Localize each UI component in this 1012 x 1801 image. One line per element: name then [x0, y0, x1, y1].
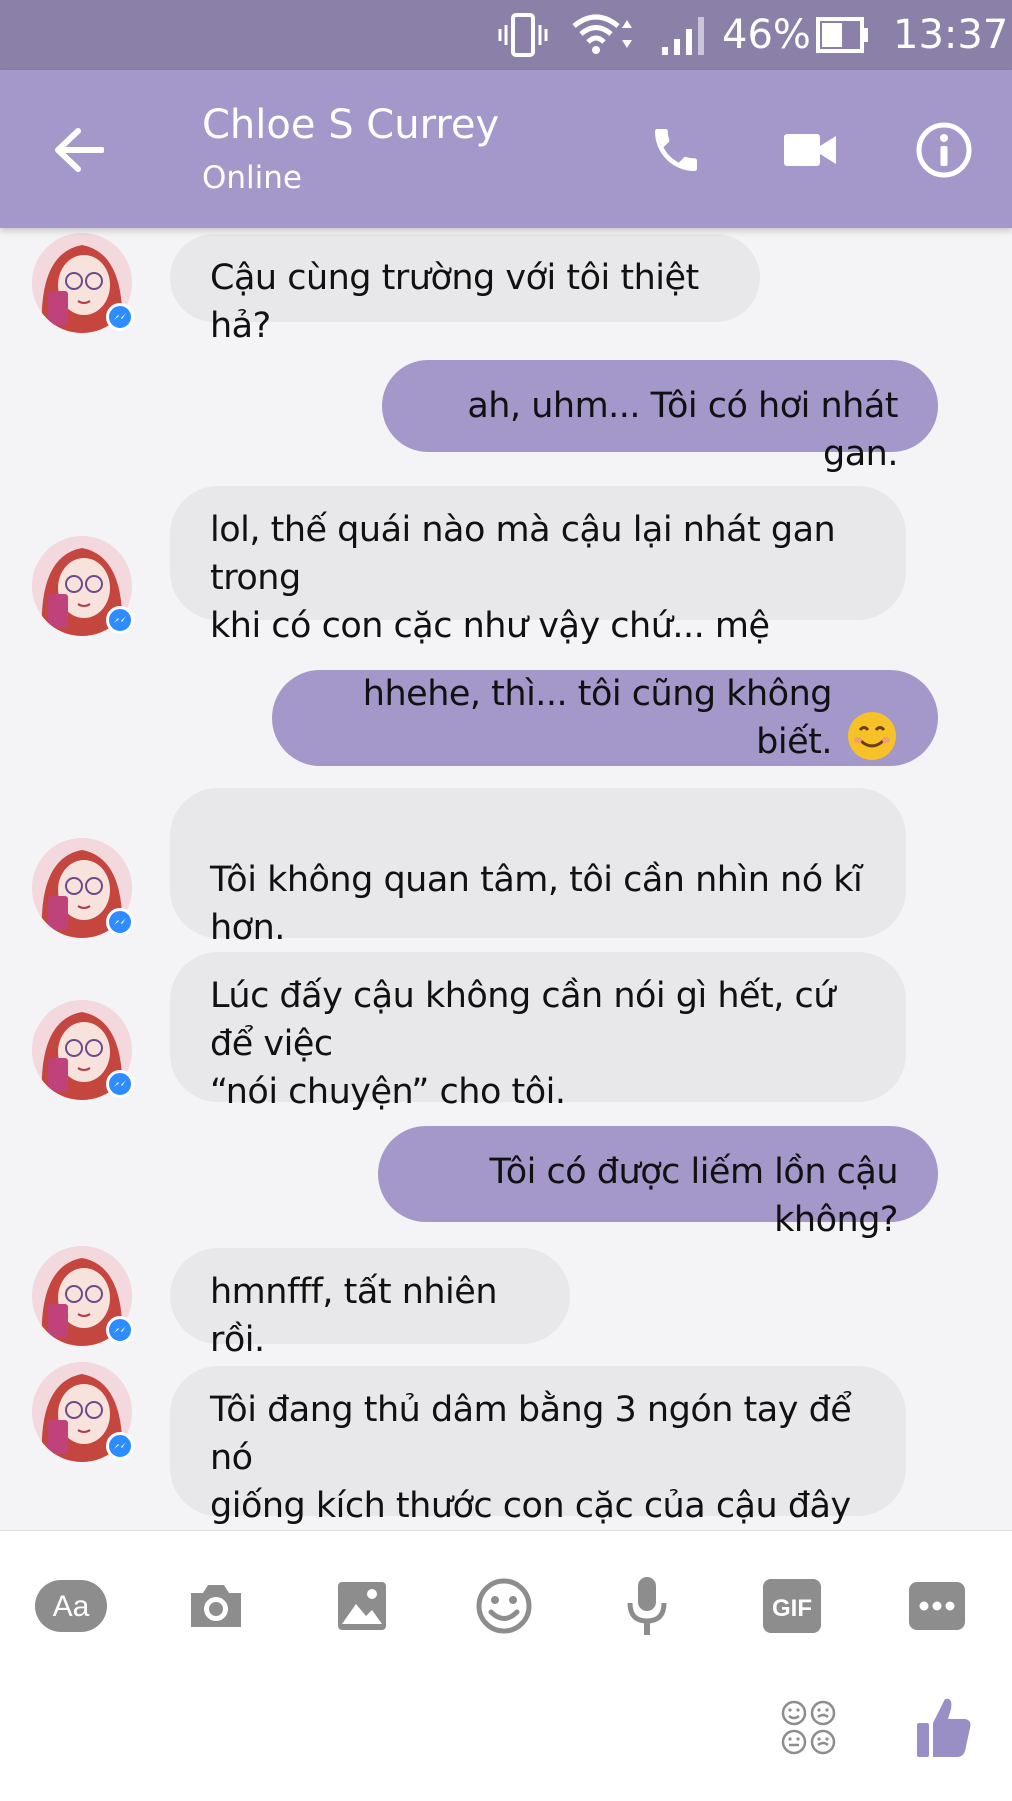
message-bubble-incoming[interactable]: hmnfff, tất nhiên rồi.	[170, 1248, 570, 1360]
message-text: hhehe, thì... tôi cũng không biết.	[362, 674, 833, 762]
svg-text:GIF: GIF	[772, 1595, 812, 1622]
messenger-badge-icon	[106, 1316, 134, 1344]
messenger-badge-icon	[106, 1432, 134, 1460]
battery-icon	[816, 0, 870, 70]
info-icon[interactable]	[914, 120, 974, 180]
battery-percentage: 46%	[722, 12, 811, 58]
message-list[interactable]: Cậu cùng trường với tôi thiệt hả? ah, uh…	[0, 228, 1012, 1530]
contact-avatar[interactable]	[32, 536, 134, 636]
messenger-badge-icon	[106, 1070, 134, 1098]
message-bubble-incoming[interactable]: Tôi không quan tâm, tôi cần nhìn nó kĩ h…	[170, 788, 906, 1092]
message-composer: Aa GIF	[0, 1530, 1012, 1801]
messenger-badge-icon	[106, 606, 134, 634]
status-bar: 46% 13:37	[0, 0, 1012, 70]
message-bubble-incoming[interactable]: Lúc đấy cậu không cần nói gì hết, cứ để …	[170, 952, 906, 1112]
message-bubble-outgoing[interactable]: hhehe, thì... tôi cũng không biết.	[272, 670, 938, 766]
svg-text:Aa: Aa	[53, 1590, 90, 1623]
smiling-face-icon	[846, 662, 898, 775]
more-icon[interactable]	[908, 1571, 966, 1641]
camera-icon[interactable]	[186, 1571, 246, 1641]
aa-icon[interactable]: Aa	[34, 1571, 108, 1641]
clock: 13:37	[893, 12, 1009, 58]
back-arrow-icon[interactable]	[50, 122, 108, 178]
vibrate-icon	[498, 0, 548, 70]
stickers-icon[interactable]	[780, 1697, 838, 1759]
wifi-icon	[570, 0, 632, 70]
contact-avatar[interactable]	[32, 1362, 134, 1462]
messenger-badge-icon	[106, 908, 134, 936]
contact-avatar[interactable]	[32, 1246, 134, 1346]
emoji-icon[interactable]	[474, 1571, 534, 1641]
phone-call-icon[interactable]	[645, 120, 707, 180]
messenger-badge-icon	[106, 303, 134, 331]
contact-avatar[interactable]	[32, 838, 134, 938]
message-bubble-incoming[interactable]: Cậu cùng trường với tôi thiệt hả?	[170, 234, 760, 346]
contact-status: Online	[202, 160, 302, 196]
contact-avatar[interactable]	[32, 233, 134, 333]
message-bubble-incoming[interactable]: lol, thế quái nào mà cậu lại nhát gan tr…	[170, 486, 906, 646]
gif-icon[interactable]: GIF	[762, 1571, 822, 1641]
microphone-icon[interactable]	[624, 1571, 670, 1641]
contact-name[interactable]: Chloe S Currey	[202, 102, 499, 148]
conversation-header: Chloe S Currey Online	[0, 70, 1012, 228]
signal-icon	[660, 0, 710, 70]
message-bubble-incoming[interactable]: Tôi đang thủ dâm bằng 3 ngón tay để nó g…	[170, 1366, 906, 1526]
thumbs-up-icon[interactable]	[914, 1693, 974, 1761]
image-icon[interactable]	[334, 1571, 390, 1641]
message-text: Tôi không quan tâm, tôi cần nhìn nó kĩ h…	[210, 860, 863, 948]
message-bubble-outgoing[interactable]: Tôi có được liếm lồn cậu không?	[378, 1126, 938, 1240]
video-call-icon[interactable]	[782, 122, 838, 178]
contact-avatar[interactable]	[32, 1000, 134, 1100]
message-bubble-outgoing[interactable]: ah, uhm... Tôi có hơi nhát gan.	[382, 360, 938, 474]
